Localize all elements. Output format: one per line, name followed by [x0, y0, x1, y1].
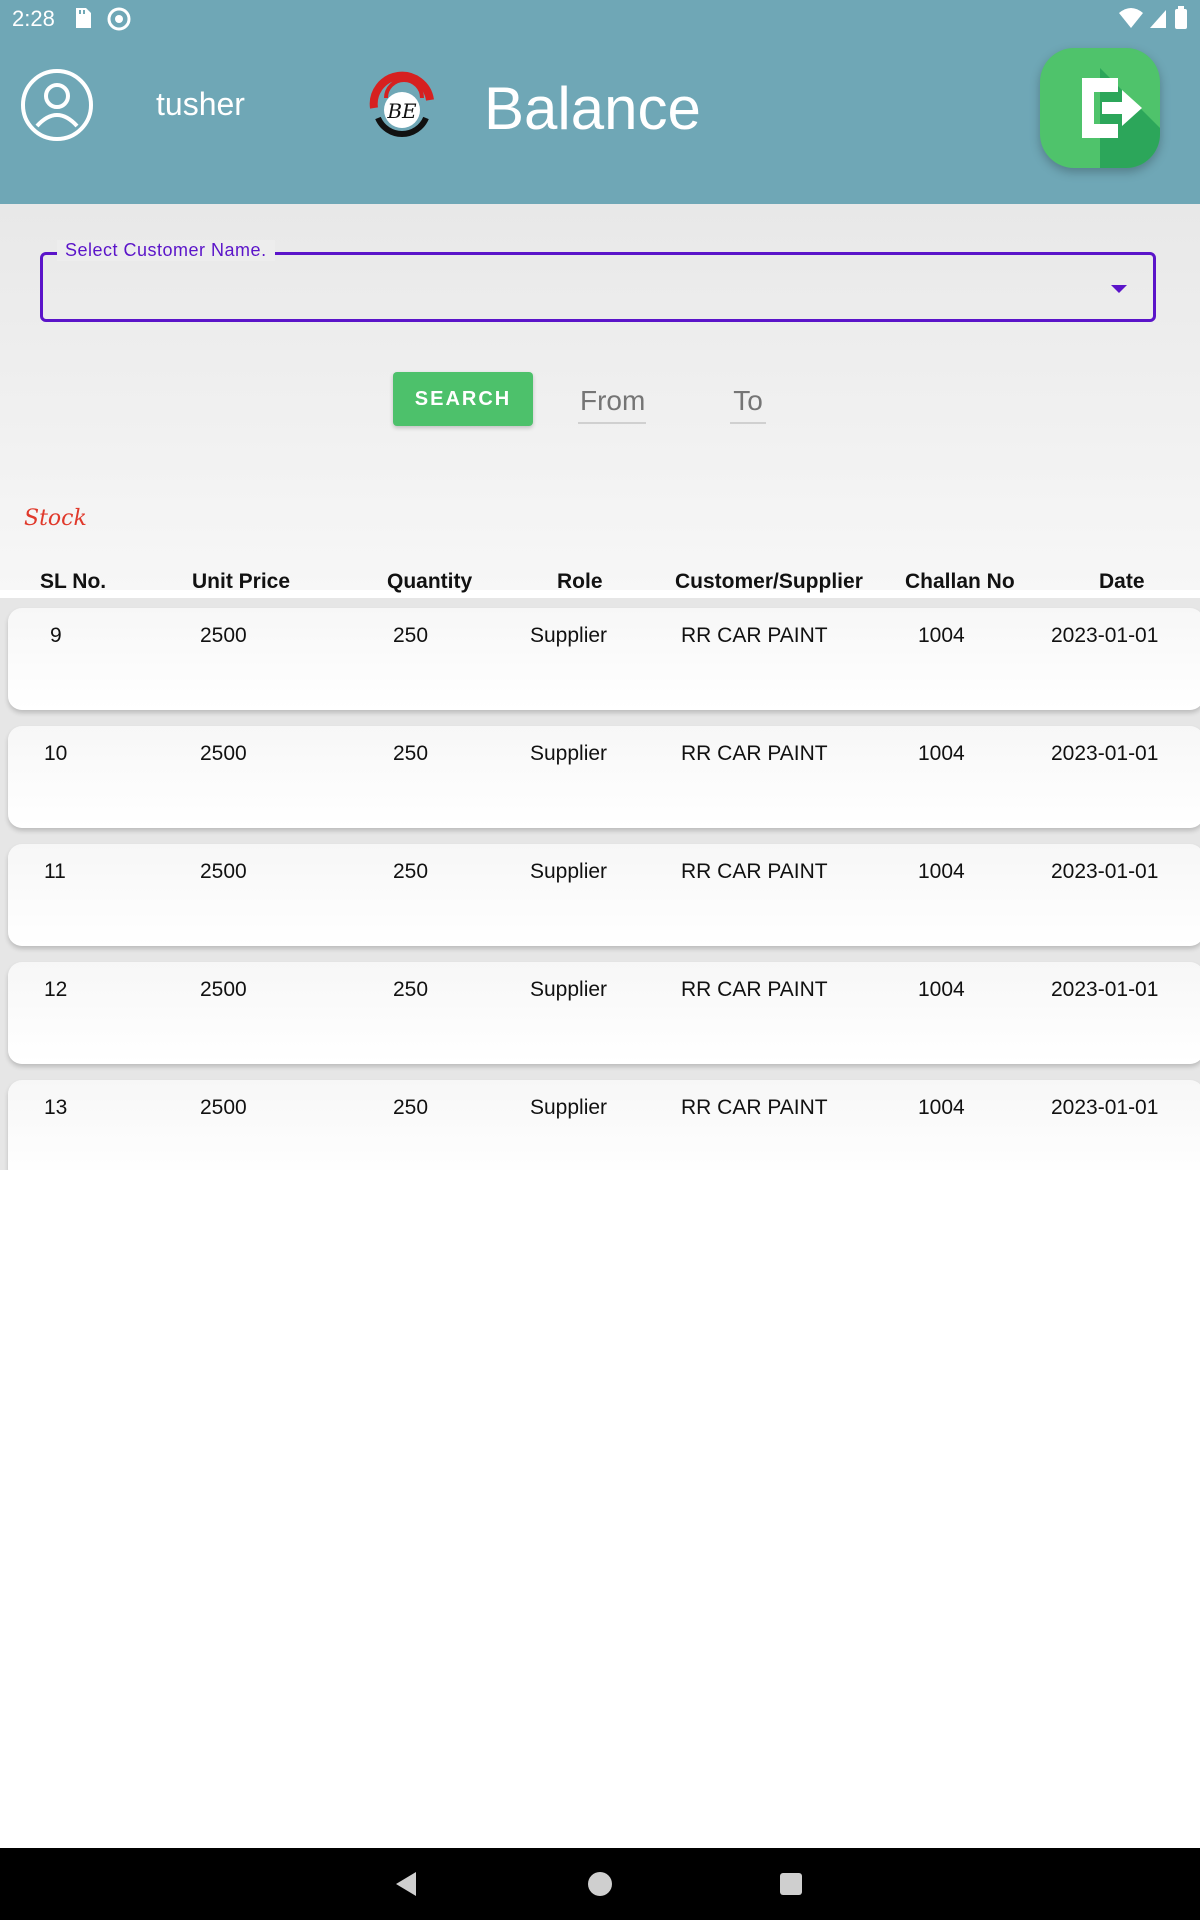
column-header: SL No.: [40, 570, 107, 593]
column-header: Challan No: [905, 570, 1015, 593]
cell-challan: 1004: [918, 978, 965, 1001]
cell-date: 2023-01-01: [1051, 624, 1159, 647]
sd-card-icon: [72, 6, 94, 36]
cell-sl-no: 10: [44, 742, 68, 765]
cell-role: Supplier: [530, 860, 608, 883]
cell-customer: RR CAR PAINT: [681, 1096, 828, 1119]
status-bar: 2:28: [0, 0, 1200, 36]
table-row[interactable]: 10 2500 250 Supplier RR CAR PAINT 1004 2…: [8, 726, 1200, 828]
cell-role: Supplier: [530, 624, 608, 647]
column-header: Unit Price: [192, 570, 291, 593]
wifi-icon: [1118, 6, 1144, 36]
cell-unit-price: 2500: [200, 978, 247, 1001]
signal-icon: [1148, 6, 1168, 36]
stock-list[interactable]: 9 2500 250 Supplier RR CAR PAINT 1004 20…: [0, 598, 1200, 1170]
table-row[interactable]: 11 2500 250 Supplier RR CAR PAINT 1004 2…: [8, 844, 1200, 946]
username: tusher: [156, 86, 245, 122]
cell-sl-no: 13: [44, 1096, 68, 1119]
cell-unit-price: 2500: [200, 860, 247, 883]
recents-icon[interactable]: [780, 1873, 802, 1895]
customer-select[interactable]: Select Customer Name.: [40, 240, 1156, 322]
cell-quantity: 250: [393, 624, 429, 647]
cell-quantity: 250: [393, 1096, 429, 1119]
page-title: Balance: [484, 75, 701, 142]
column-header: Quantity: [387, 570, 473, 593]
user-avatar-icon[interactable]: [20, 68, 94, 142]
home-icon[interactable]: [588, 1872, 612, 1896]
cell-challan: 1004: [918, 1096, 965, 1119]
from-date-input[interactable]: [578, 380, 646, 424]
cell-customer: RR CAR PAINT: [681, 742, 828, 765]
brand-logo: BE: [364, 68, 440, 144]
column-header: Role: [557, 570, 603, 593]
column-header: Customer/Supplier: [675, 570, 863, 593]
cell-sl-no: 9: [50, 624, 62, 647]
cell-customer: RR CAR PAINT: [681, 860, 828, 883]
back-icon[interactable]: [396, 1872, 416, 1896]
cell-quantity: 250: [393, 978, 429, 1001]
status-time: 2:28: [12, 6, 55, 31]
data-saver-icon: [106, 6, 132, 38]
table-row[interactable]: 12 2500 250 Supplier RR CAR PAINT 1004 2…: [8, 962, 1200, 1064]
table-header: SL No. Unit Price Quantity Role Customer…: [0, 570, 1200, 598]
cell-date: 2023-01-01: [1051, 978, 1159, 1001]
to-date-input[interactable]: [730, 380, 766, 424]
logout-button[interactable]: [1040, 48, 1160, 168]
cell-challan: 1004: [918, 624, 965, 647]
table-row[interactable]: 9 2500 250 Supplier RR CAR PAINT 1004 20…: [8, 608, 1200, 710]
column-header: Date: [1099, 570, 1145, 593]
cell-role: Supplier: [530, 978, 608, 1001]
chevron-down-icon[interactable]: [1111, 285, 1127, 293]
cell-quantity: 250: [393, 742, 429, 765]
cell-challan: 1004: [918, 860, 965, 883]
cell-challan: 1004: [918, 742, 965, 765]
battery-icon: [1174, 6, 1188, 36]
cell-date: 2023-01-01: [1051, 742, 1159, 765]
cell-role: Supplier: [530, 1096, 608, 1119]
filter-panel: Select Customer Name. SEARCH Stock: [0, 204, 1200, 590]
cell-customer: RR CAR PAINT: [681, 624, 828, 647]
table-row[interactable]: 13 2500 250 Supplier RR CAR PAINT 1004 2…: [8, 1080, 1200, 1170]
cell-customer: RR CAR PAINT: [681, 978, 828, 1001]
logout-icon: [1082, 68, 1160, 168]
cell-quantity: 250: [393, 860, 429, 883]
cell-sl-no: 11: [44, 860, 66, 883]
cell-date: 2023-01-01: [1051, 860, 1159, 883]
cell-unit-price: 2500: [200, 1096, 247, 1119]
search-button[interactable]: SEARCH: [393, 372, 533, 426]
cell-sl-no: 12: [44, 978, 68, 1001]
logo-text: BE: [386, 99, 417, 123]
app-header: tusher BE Balance: [0, 36, 1200, 204]
stock-label: Stock: [24, 506, 87, 531]
cell-date: 2023-01-01: [1051, 1096, 1159, 1119]
cell-role: Supplier: [530, 742, 608, 765]
cell-unit-price: 2500: [200, 624, 247, 647]
system-nav-bar: [0, 1848, 1200, 1920]
customer-select-label: Select Customer Name.: [57, 240, 275, 261]
cell-unit-price: 2500: [200, 742, 247, 765]
